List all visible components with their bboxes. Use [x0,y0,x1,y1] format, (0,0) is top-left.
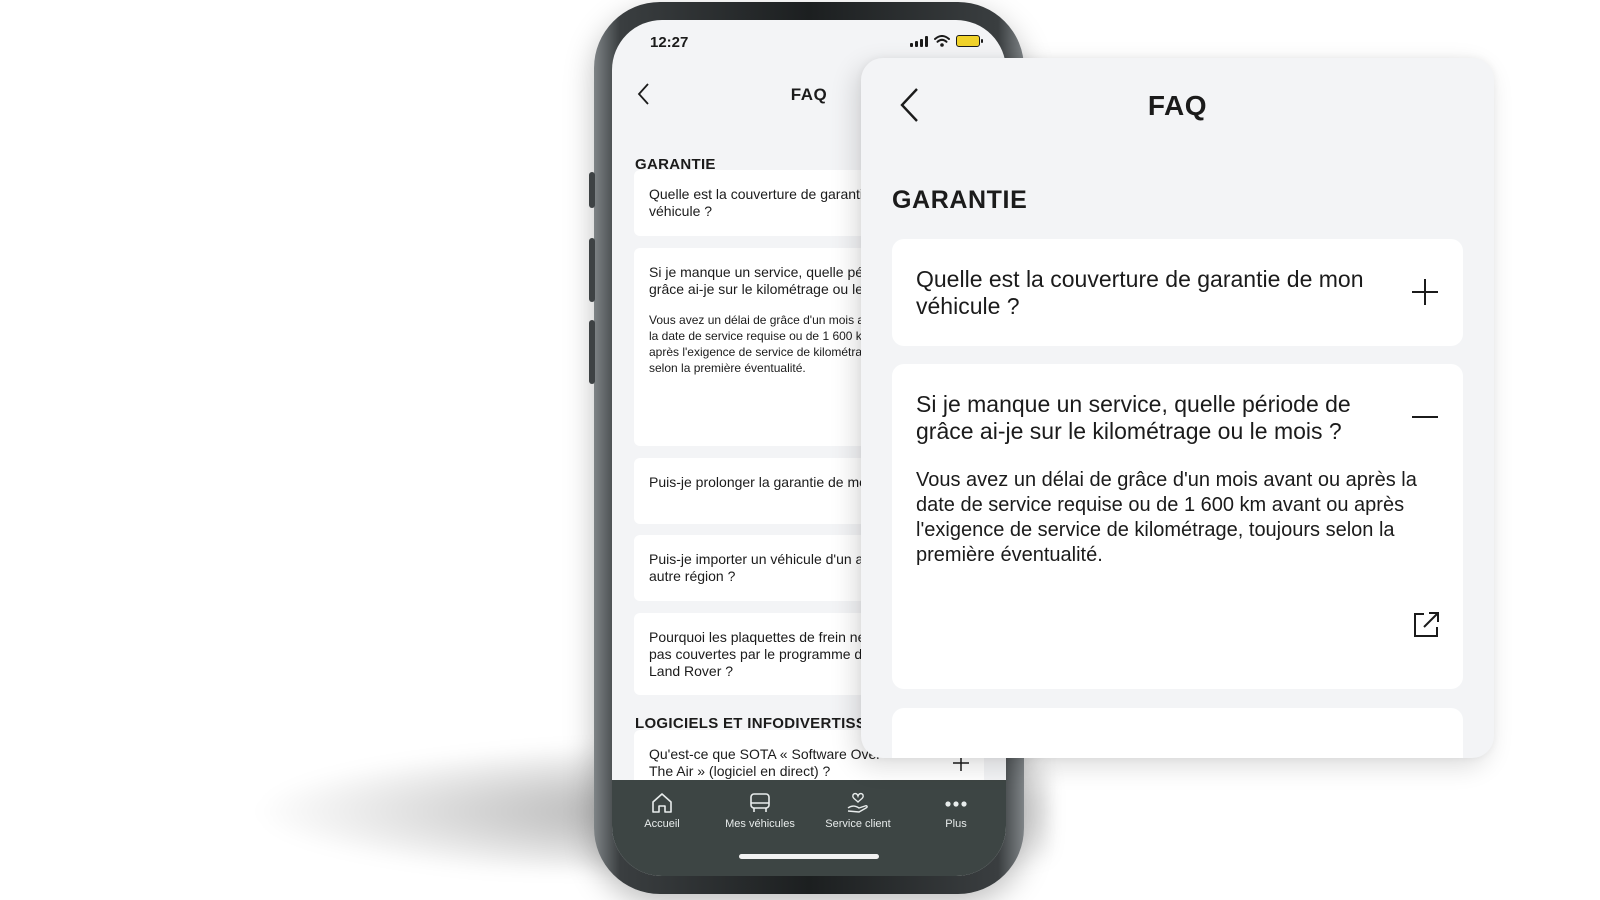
tab-label: Plus [945,818,967,830]
faq-question: Quelle est la couverture de garantie de … [916,266,1364,319]
status-time: 12:27 [650,34,689,51]
plus-icon[interactable] [1410,277,1440,307]
page-title: FAQ [1147,90,1208,121]
tab-label: Accueil [644,818,680,830]
bottom-tab-bar: Accueil Mes véhicules Service client Plu… [612,780,1006,876]
status-icons [910,35,983,47]
faq-item-expanded[interactable]: Si je manque un service, quelle période … [892,364,1463,689]
signal-icon [910,35,928,47]
tab-service-client[interactable]: Service client [813,790,903,830]
tab-mes-vehicules[interactable]: Mes véhicules [715,790,805,830]
faq-item[interactable]: Quelle est la couverture de garantie de … [892,239,1463,346]
faq-item[interactable] [892,708,1463,758]
battery-icon [956,35,983,47]
faq-question: Qu'est-ce que SOTA « Software Over The A… [649,746,881,779]
phone-mute-switch [589,172,595,208]
phone-volume-up [589,238,595,302]
phone-volume-down [589,320,595,384]
home-icon [652,793,672,813]
more-icon [945,801,967,807]
home-indicator[interactable] [739,854,879,859]
minus-icon[interactable] [1410,402,1440,432]
wifi-icon [934,35,950,47]
tab-label: Service client [825,818,891,830]
tab-plus[interactable]: Plus [911,790,1001,830]
section-title-garantie: GARANTIE [892,186,1028,214]
external-link-icon[interactable] [1411,610,1441,640]
tab-label: Mes véhicules [725,818,795,830]
faq-answer: Vous avez un délai de grâce d'un mois av… [916,469,1417,566]
car-icon [750,793,770,812]
faq-question: Si je manque un service, quelle période … [916,391,1351,444]
care-icon [847,792,868,813]
tab-accueil[interactable]: Accueil [617,790,707,830]
zoomed-faq-panel: FAQ GARANTIE Quelle est la couverture de… [861,58,1494,758]
